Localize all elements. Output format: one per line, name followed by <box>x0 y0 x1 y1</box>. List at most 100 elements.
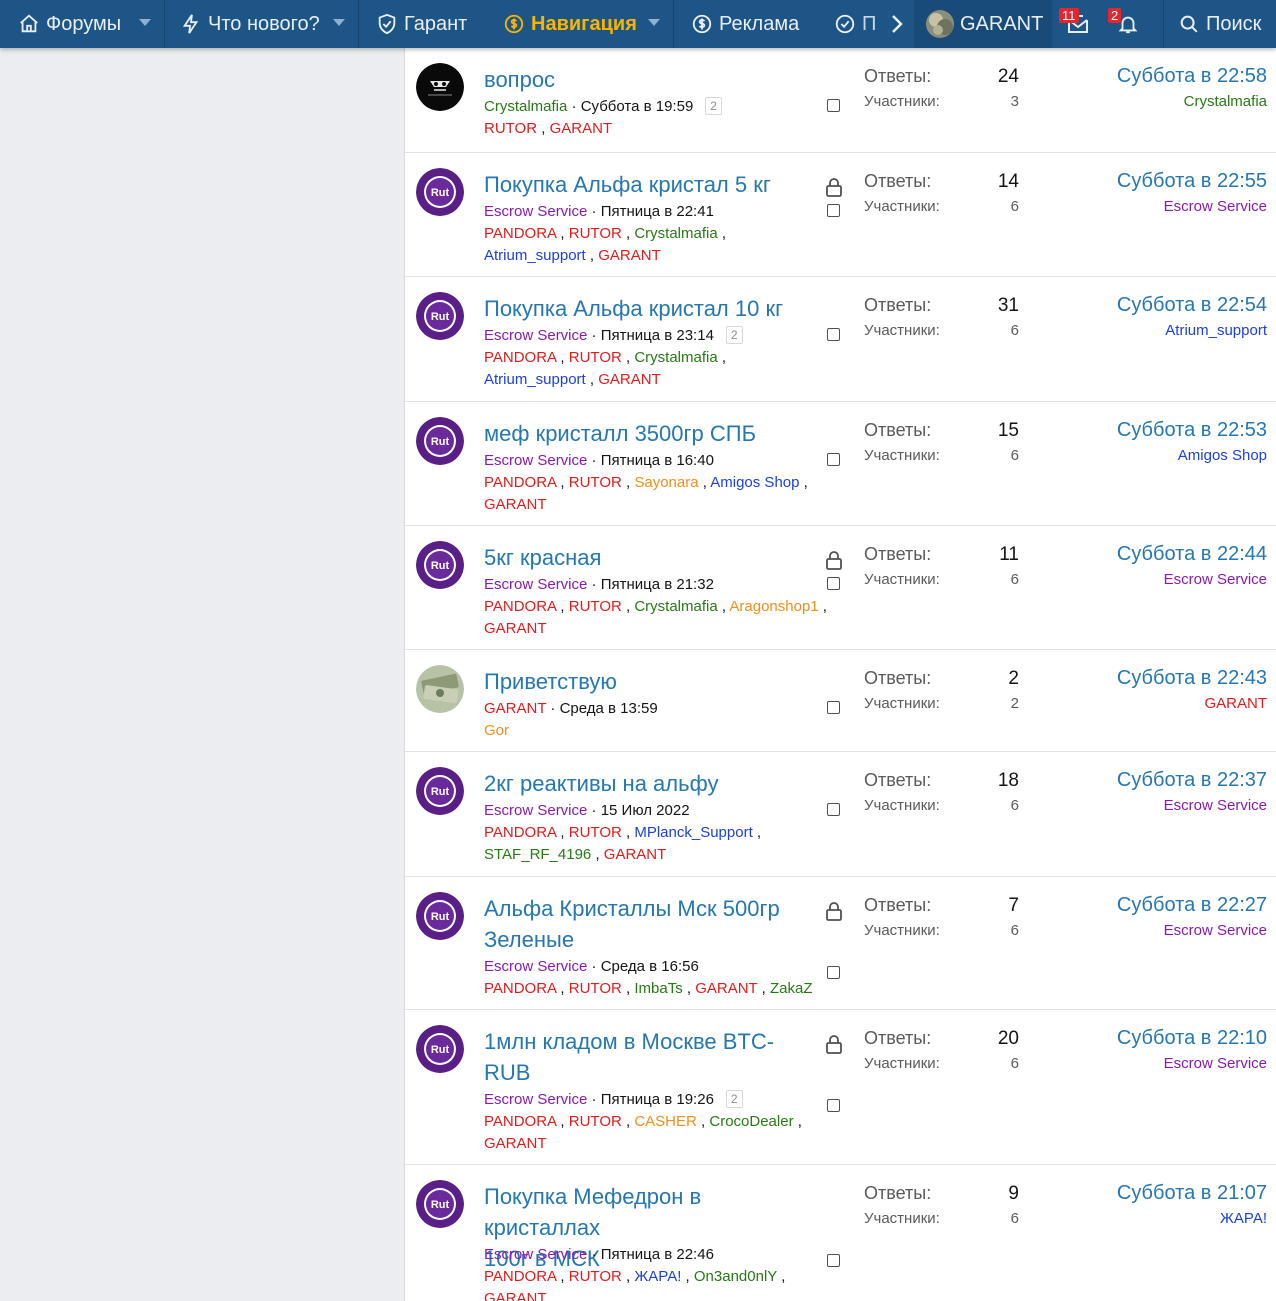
last-poster-link[interactable]: Crystalmafia <box>1184 93 1267 110</box>
tag-user-link[interactable]: PANDORA <box>484 1113 556 1130</box>
navigation-dropdown-icon[interactable] <box>648 19 660 26</box>
tag-user-link[interactable]: STAF_RF_4196 <box>484 846 591 863</box>
avatar[interactable]: Rut <box>416 1025 464 1073</box>
nav-whats-new[interactable]: Что нового? <box>180 0 320 48</box>
thread-title-link[interactable]: вопрос <box>484 64 814 95</box>
thread-author-link[interactable]: Escrow Service <box>484 1091 587 1108</box>
tag-user-link[interactable]: GARANT <box>484 1290 547 1301</box>
tag-user-link[interactable]: GARANT <box>598 247 661 264</box>
tag-user-link[interactable]: RUTOR <box>569 598 622 615</box>
page-jump-link[interactable]: 2 <box>725 1090 743 1108</box>
last-post-time-link[interactable]: Суббота в 22:44 <box>1117 543 1267 566</box>
tag-user-link[interactable]: RUTOR <box>569 225 622 242</box>
thread-author-link[interactable]: Escrow Service <box>484 802 587 819</box>
tag-user-link[interactable]: Aragonshop1 <box>729 598 818 615</box>
thread-title-link[interactable]: 2кг реактивы на альфу <box>484 768 814 799</box>
alerts-button[interactable]: 2 <box>1104 0 1152 48</box>
avatar[interactable]: Rut <box>416 168 464 216</box>
tag-user-link[interactable]: CrocoDealer <box>709 1113 793 1130</box>
last-post-time-link[interactable]: Суббота в 22:55 <box>1117 170 1267 193</box>
tag-user-link[interactable]: RUTOR <box>569 824 622 841</box>
tag-user-link[interactable]: RUTOR <box>569 980 622 997</box>
whats-new-dropdown-icon[interactable] <box>333 19 345 26</box>
select-thread-checkbox[interactable] <box>827 99 840 112</box>
thread-start-date[interactable]: Пятница в 19:26 <box>601 1091 714 1108</box>
tag-user-link[interactable]: GARANT <box>695 980 757 997</box>
last-post-time-link[interactable]: Суббота в 21:07 <box>1117 1182 1267 1205</box>
thread-start-date[interactable]: Среда в 16:56 <box>601 958 699 975</box>
select-thread-checkbox[interactable] <box>827 204 840 217</box>
avatar[interactable] <box>416 665 464 713</box>
thread-author-link[interactable]: Crystalmafia <box>484 98 567 115</box>
tag-user-link[interactable]: Crystalmafia <box>634 225 717 242</box>
last-post-time-link[interactable]: Суббота в 22:58 <box>1117 65 1267 88</box>
select-thread-checkbox[interactable] <box>827 701 840 714</box>
tag-user-link[interactable]: ZakaZ <box>770 980 813 997</box>
avatar[interactable]: Rut <box>416 767 464 815</box>
thread-author-link[interactable]: GARANT <box>484 700 546 717</box>
tag-user-link[interactable]: Sayonara <box>634 474 698 491</box>
last-poster-link[interactable]: Escrow Service <box>1164 1055 1267 1072</box>
nav-ads[interactable]: Реклама <box>691 0 799 48</box>
thread-start-date[interactable]: Пятница в 23:14 <box>601 327 714 344</box>
nav-navigation[interactable]: Навигация <box>503 0 637 48</box>
thread-author-link[interactable]: Escrow Service <box>484 203 587 220</box>
page-jump-link[interactable]: 2 <box>705 97 722 115</box>
tag-user-link[interactable]: GARANT <box>484 496 547 513</box>
tag-user-link[interactable]: RUTOR <box>569 349 622 366</box>
tag-user-link[interactable]: ЖАРА! <box>634 1268 681 1285</box>
thread-start-date[interactable]: 15 Июл 2022 <box>601 802 690 819</box>
last-poster-link[interactable]: Escrow Service <box>1164 571 1267 588</box>
inbox-button[interactable]: 11 <box>1053 0 1103 48</box>
tag-user-link[interactable]: GARANT <box>484 620 547 637</box>
tag-user-link[interactable]: Gor <box>484 722 509 739</box>
last-poster-link[interactable]: Escrow Service <box>1164 922 1267 939</box>
tag-user-link[interactable]: GARANT <box>550 120 613 137</box>
thread-author-link[interactable]: Escrow Service <box>484 327 587 344</box>
forums-dropdown-icon[interactable] <box>139 19 151 26</box>
thread-title-link[interactable]: меф кристалл 3500гр СПБ <box>484 418 814 449</box>
last-post-time-link[interactable]: Суббота в 22:54 <box>1117 294 1267 317</box>
tag-user-link[interactable]: Atrium_support <box>484 371 586 388</box>
thread-start-date[interactable]: Среда в 13:59 <box>560 700 658 717</box>
thread-title-link[interactable]: Альфа Кристаллы Мск 500гр Зеленые <box>484 893 814 955</box>
avatar[interactable]: Rut <box>416 292 464 340</box>
tag-user-link[interactable]: Amigos Shop <box>710 474 799 491</box>
page-jump-link[interactable]: 2 <box>725 326 743 344</box>
last-post-time-link[interactable]: Суббота в 22:43 <box>1117 667 1267 690</box>
select-thread-checkbox[interactable] <box>827 1254 840 1267</box>
thread-start-date[interactable]: Пятница в 16:40 <box>601 452 714 469</box>
tag-user-link[interactable]: PANDORA <box>484 980 556 997</box>
tag-user-link[interactable]: Crystalmafia <box>634 598 717 615</box>
tag-user-link[interactable]: PANDORA <box>484 225 556 242</box>
tag-user-link[interactable]: RUTOR <box>569 1113 622 1130</box>
avatar[interactable]: Rut <box>416 541 464 589</box>
select-thread-checkbox[interactable] <box>827 328 840 341</box>
thread-title-link[interactable]: Покупка Альфа кристал 10 кг <box>484 293 814 324</box>
search-button[interactable]: Поиск <box>1178 0 1261 48</box>
thread-start-date[interactable]: Пятница в 21:32 <box>601 576 714 593</box>
tag-user-link[interactable]: GARANT <box>484 1135 547 1152</box>
nav-garant[interactable]: Гарант <box>376 0 467 48</box>
tag-user-link[interactable]: GARANT <box>598 371 661 388</box>
tag-user-link[interactable]: PANDORA <box>484 349 556 366</box>
last-poster-link[interactable]: Escrow Service <box>1164 198 1267 215</box>
select-thread-checkbox[interactable] <box>827 1099 840 1112</box>
avatar[interactable]: Rut <box>416 417 464 465</box>
tag-user-link[interactable]: PANDORA <box>484 824 556 841</box>
last-post-time-link[interactable]: Суббота в 22:10 <box>1117 1027 1267 1050</box>
last-post-time-link[interactable]: Суббота в 22:37 <box>1117 769 1267 792</box>
avatar[interactable]: Rut <box>416 892 464 940</box>
thread-author-link[interactable]: Escrow Service <box>484 576 587 593</box>
tag-user-link[interactable]: PANDORA <box>484 598 556 615</box>
thread-author-link[interactable]: Escrow Service <box>484 452 587 469</box>
user-menu[interactable]: GARANT <box>914 0 1052 48</box>
tag-user-link[interactable]: MPlanck_Support <box>634 824 752 841</box>
last-post-time-link[interactable]: Суббота в 22:27 <box>1117 894 1267 917</box>
tag-user-link[interactable]: ImbaTs <box>634 980 682 997</box>
last-poster-link[interactable]: GARANT <box>1204 695 1267 712</box>
nav-scroll-right-button[interactable] <box>888 0 906 48</box>
select-thread-checkbox[interactable] <box>827 966 840 979</box>
nav-forums[interactable]: Форумы <box>18 0 121 48</box>
thread-start-date[interactable]: Пятница в 22:41 <box>601 203 714 220</box>
